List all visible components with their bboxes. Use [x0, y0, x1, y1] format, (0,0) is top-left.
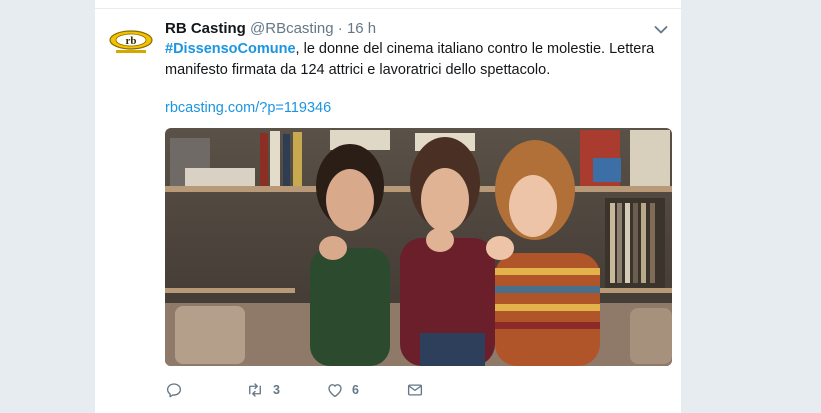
tweet-header: RB Casting @RBcasting · 16 h	[165, 19, 376, 39]
separator: ·	[337, 20, 343, 37]
tweet-text: #DissensoComune, le donne del cinema ita…	[165, 39, 665, 81]
envelope-icon	[407, 384, 423, 396]
divider	[95, 8, 681, 9]
retweet-icon	[249, 383, 261, 397]
direct-message-button[interactable]	[406, 378, 424, 402]
tweet-card[interactable]: rb RB Casting @RBcasting · 16 h #Dissens…	[94, 0, 682, 413]
logo-text: rb	[126, 35, 137, 47]
avatar[interactable]: rb	[107, 18, 155, 66]
retweet-count: 3	[273, 383, 280, 397]
reply-button[interactable]	[165, 378, 191, 402]
chevron-down-icon[interactable]	[651, 20, 671, 40]
tweet-photo[interactable]	[165, 128, 672, 366]
photo-image	[165, 128, 672, 366]
heart-icon	[328, 384, 342, 398]
timestamp[interactable]: 16 h	[347, 20, 376, 37]
user-handle[interactable]: @RBcasting	[250, 20, 334, 37]
reply-icon	[166, 383, 182, 398]
like-count: 6	[352, 383, 359, 397]
hashtag-link[interactable]: #DissensoComune	[165, 41, 296, 57]
tweet-actions: 3 6	[165, 378, 565, 402]
display-name[interactable]: RB Casting	[165, 20, 246, 37]
rb-casting-logo: rb	[109, 30, 153, 53]
like-button[interactable]: 6	[326, 378, 359, 402]
tweet-link[interactable]: rbcasting.com/?p=119346	[165, 98, 331, 119]
retweet-button[interactable]: 3	[245, 378, 280, 402]
